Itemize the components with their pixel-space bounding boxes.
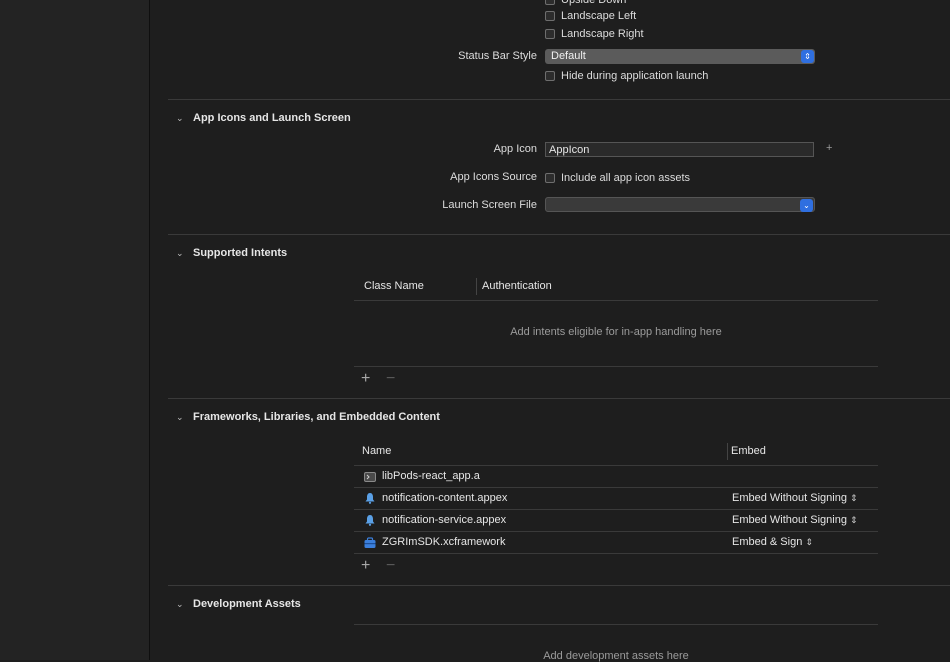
checkbox-box[interactable] [545,11,555,21]
table-footer-divider [354,553,878,554]
intents-empty-placeholder: Add intents eligible for in-app handling… [510,326,722,338]
column-header-class-name[interactable]: Class Name [364,280,424,292]
checkbox-include-all-icons[interactable]: Include all app icon assets [545,170,845,186]
chevron-down-icon[interactable]: ⌄ [176,412,184,423]
remove-button[interactable]: − [386,558,395,574]
updown-chevron-icon: ⇕ [849,493,858,503]
dev-assets-empty-placeholder: Add development assets here [543,650,689,662]
table-header-divider [354,300,878,301]
section-title-supported-intents[interactable]: Supported Intents [193,247,287,259]
checkbox-box[interactable] [545,0,555,5]
status-bar-style-select[interactable]: Default ⇕ [545,49,815,64]
app-extension-icon [365,515,375,526]
embed-select[interactable]: Embed Without Signing ⇕ [732,514,858,526]
column-header-name[interactable]: Name [362,445,391,457]
chevron-down-icon[interactable]: ⌄ [176,599,184,610]
column-header-authentication[interactable]: Authentication [482,280,552,292]
section-title-development-assets[interactable]: Development Assets [193,598,301,610]
table-row[interactable]: libPods-react_app.a [354,466,878,487]
updown-chevron-icon: ⇕ [801,50,814,63]
framework-toolbox-icon [364,537,376,548]
checkbox-landscape-right[interactable]: Landscape Right [545,26,845,42]
table-header-divider [354,624,878,625]
checkbox-box[interactable] [545,71,555,81]
chevron-down-icon: ⌄ [800,199,813,212]
column-separator[interactable] [727,443,728,460]
app-icon-field[interactable] [545,142,814,157]
column-header-embed[interactable]: Embed [731,445,766,457]
launch-screen-file-label: Launch Screen File [442,199,537,211]
table-footer-divider [354,366,878,367]
status-bar-style-label: Status Bar Style [458,50,537,62]
section-divider [168,398,950,399]
checkbox-landscape-left[interactable]: Landscape Left [545,8,845,24]
library-icon [364,472,376,482]
checkbox-box[interactable] [545,29,555,39]
app-icon-input[interactable] [546,143,813,156]
chevron-down-icon[interactable]: ⌄ [176,248,184,259]
table-row[interactable]: ZGRImSDK.xcframework Embed & Sign ⇕ [354,532,878,553]
add-button[interactable]: + [361,558,370,574]
section-divider [168,585,950,586]
app-icons-source-label: App Icons Source [450,171,537,183]
plus-icon[interactable]: + [826,142,832,154]
table-row[interactable]: notification-content.appex Embed Without… [354,488,878,509]
section-title-app-icons[interactable]: App Icons and Launch Screen [193,112,351,124]
section-divider [168,99,950,100]
table-row[interactable]: notification-service.appex Embed Without… [354,510,878,531]
add-button[interactable]: + [361,371,370,387]
column-separator[interactable] [476,278,477,295]
section-title-frameworks[interactable]: Frameworks, Libraries, and Embedded Cont… [193,411,440,423]
checkbox-hide-status-bar[interactable]: Hide during application launch [545,68,845,84]
checkbox-box[interactable] [545,173,555,183]
app-extension-icon [365,493,375,504]
app-icon-label: App Icon [493,143,537,155]
embed-select[interactable]: Embed & Sign ⇕ [732,536,813,548]
updown-chevron-icon: ⇕ [849,515,858,525]
checkbox-upside-down[interactable]: Upside Down [545,0,845,8]
launch-screen-file-select[interactable]: ⌄ [545,197,815,212]
updown-chevron-icon: ⇕ [805,537,813,547]
chevron-down-icon[interactable]: ⌄ [176,113,184,124]
remove-button[interactable]: − [386,371,395,387]
embed-select[interactable]: Embed Without Signing ⇕ [732,492,858,504]
section-divider [168,234,950,235]
navigator-sidebar [0,0,150,660]
